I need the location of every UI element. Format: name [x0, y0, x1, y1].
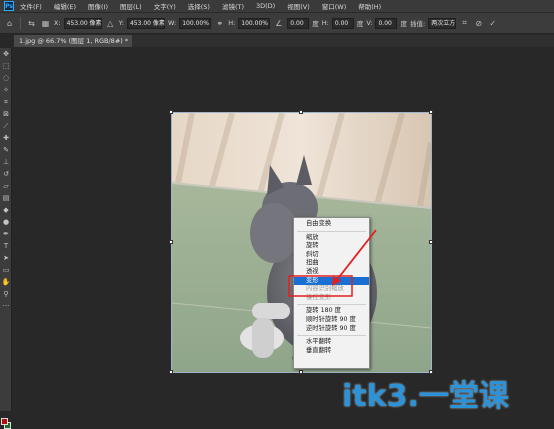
watermark-logo: itk3.一堂课 [342, 379, 509, 414]
foreground-color-swatch[interactable] [1, 418, 8, 425]
annotation-highlight-box [288, 275, 353, 297]
annotation-overlay [288, 229, 377, 297]
annotation-arrow-line [335, 229, 377, 282]
